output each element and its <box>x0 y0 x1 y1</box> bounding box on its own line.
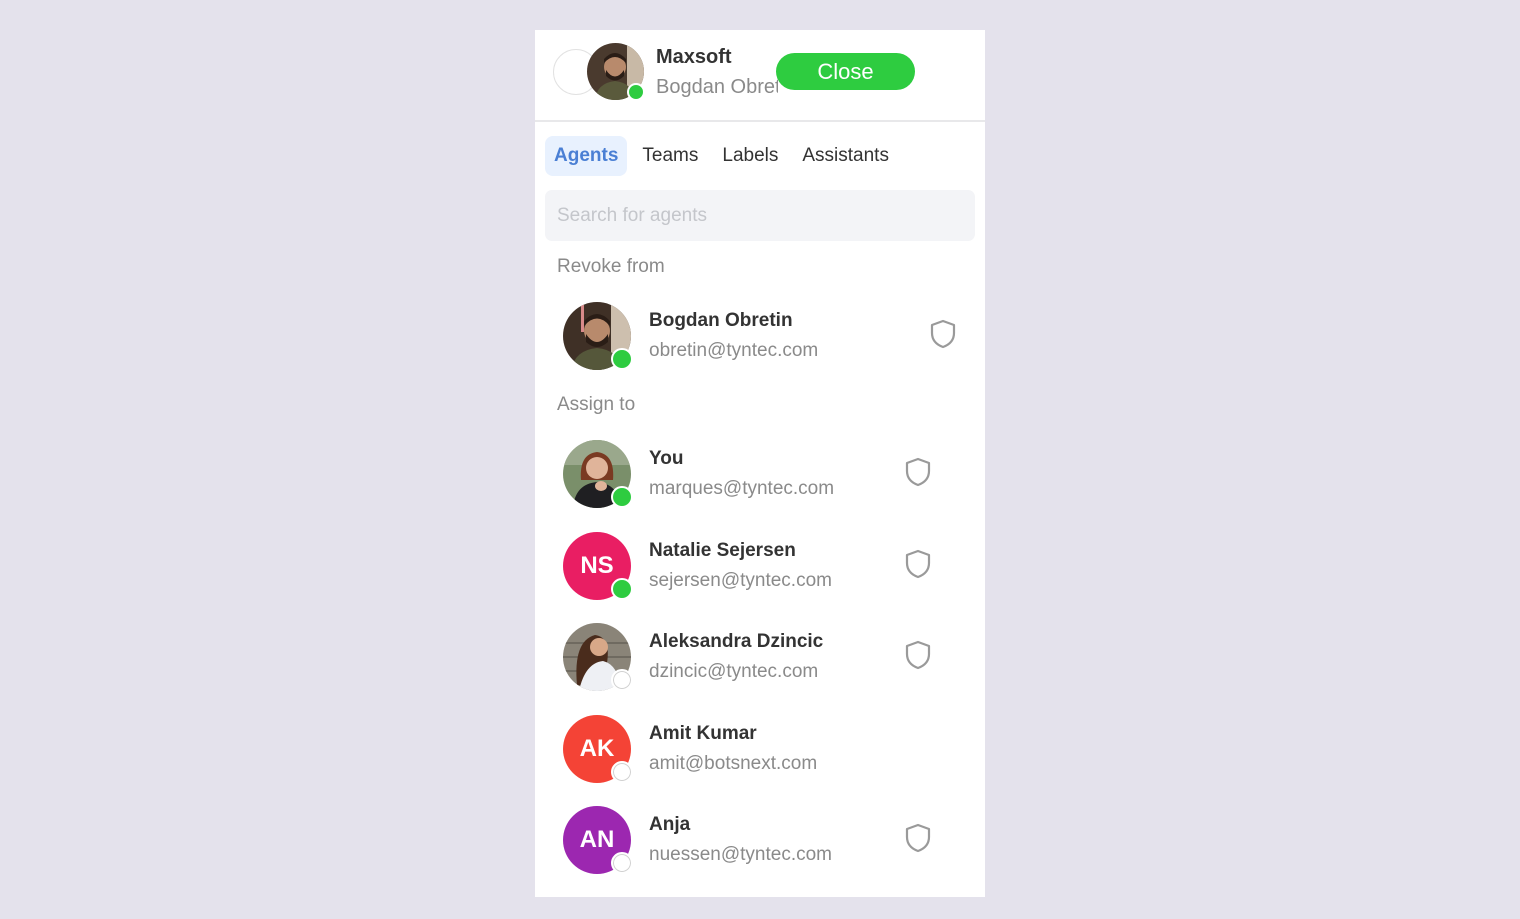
agent-name: Aleksandra Dzincic <box>649 631 824 652</box>
agent-email: nuessen@tyntec.com <box>649 844 832 865</box>
offline-status-dot <box>611 761 633 783</box>
assign-section-label: Assign to <box>557 394 636 415</box>
online-status-dot <box>611 486 633 508</box>
shield-icon[interactable] <box>904 549 932 579</box>
agent-row[interactable]: AK Amit Kumar amit@botsnext.com <box>535 715 985 785</box>
agent-row[interactable]: AN Anja nuessen@tyntec.com <box>535 806 985 876</box>
agent-email: amit@botsnext.com <box>649 753 818 774</box>
agent-name: You <box>649 448 684 469</box>
agent-row[interactable]: NS Natalie Sejersen sejersen@tyntec.com <box>535 532 985 602</box>
offline-status-dot <box>611 669 633 691</box>
agent-email: dzincic@tyntec.com <box>649 661 819 682</box>
agent-name: Bogdan Obretin <box>649 310 793 331</box>
tab-teams[interactable]: Teams <box>633 136 707 176</box>
search-agents-input[interactable] <box>545 190 975 241</box>
agent-email: marques@tyntec.com <box>649 478 835 499</box>
conversation-header: Maxsoft Bogdan Obretin Close <box>535 30 985 122</box>
revoke-section-label: Revoke from <box>557 256 665 277</box>
agent-name: Amit Kumar <box>649 723 757 744</box>
shield-icon[interactable] <box>904 823 932 853</box>
agent-row[interactable]: Aleksandra Dzincic dzincic@tyntec.com <box>535 623 985 693</box>
offline-status-dot <box>611 852 633 874</box>
agent-name: Anja <box>649 814 691 835</box>
agent-email: sejersen@tyntec.com <box>649 570 832 591</box>
online-status-dot <box>611 578 633 600</box>
header-title: Maxsoft <box>656 46 732 68</box>
close-button[interactable]: Close <box>776 53 915 90</box>
assign-panel: Maxsoft Bogdan Obretin Close Agents Team… <box>535 30 985 897</box>
agent-name: Natalie Sejersen <box>649 540 796 561</box>
agent-row[interactable]: Bogdan Obretin obretin@tyntec.com <box>535 302 985 372</box>
shield-icon[interactable] <box>929 319 957 349</box>
agent-email: obretin@tyntec.com <box>649 340 819 361</box>
online-status-dot <box>627 83 645 101</box>
tab-labels[interactable]: Labels <box>713 136 787 176</box>
shield-icon[interactable] <box>904 457 932 487</box>
tab-bar: Agents Teams Labels Assistants <box>545 136 898 176</box>
shield-icon[interactable] <box>904 640 932 670</box>
agent-row[interactable]: You marques@tyntec.com <box>535 440 985 510</box>
online-status-dot <box>611 348 633 370</box>
header-subtitle: Bogdan Obretin <box>656 76 778 98</box>
tab-agents[interactable]: Agents <box>545 136 628 176</box>
tab-assistants[interactable]: Assistants <box>793 136 898 176</box>
